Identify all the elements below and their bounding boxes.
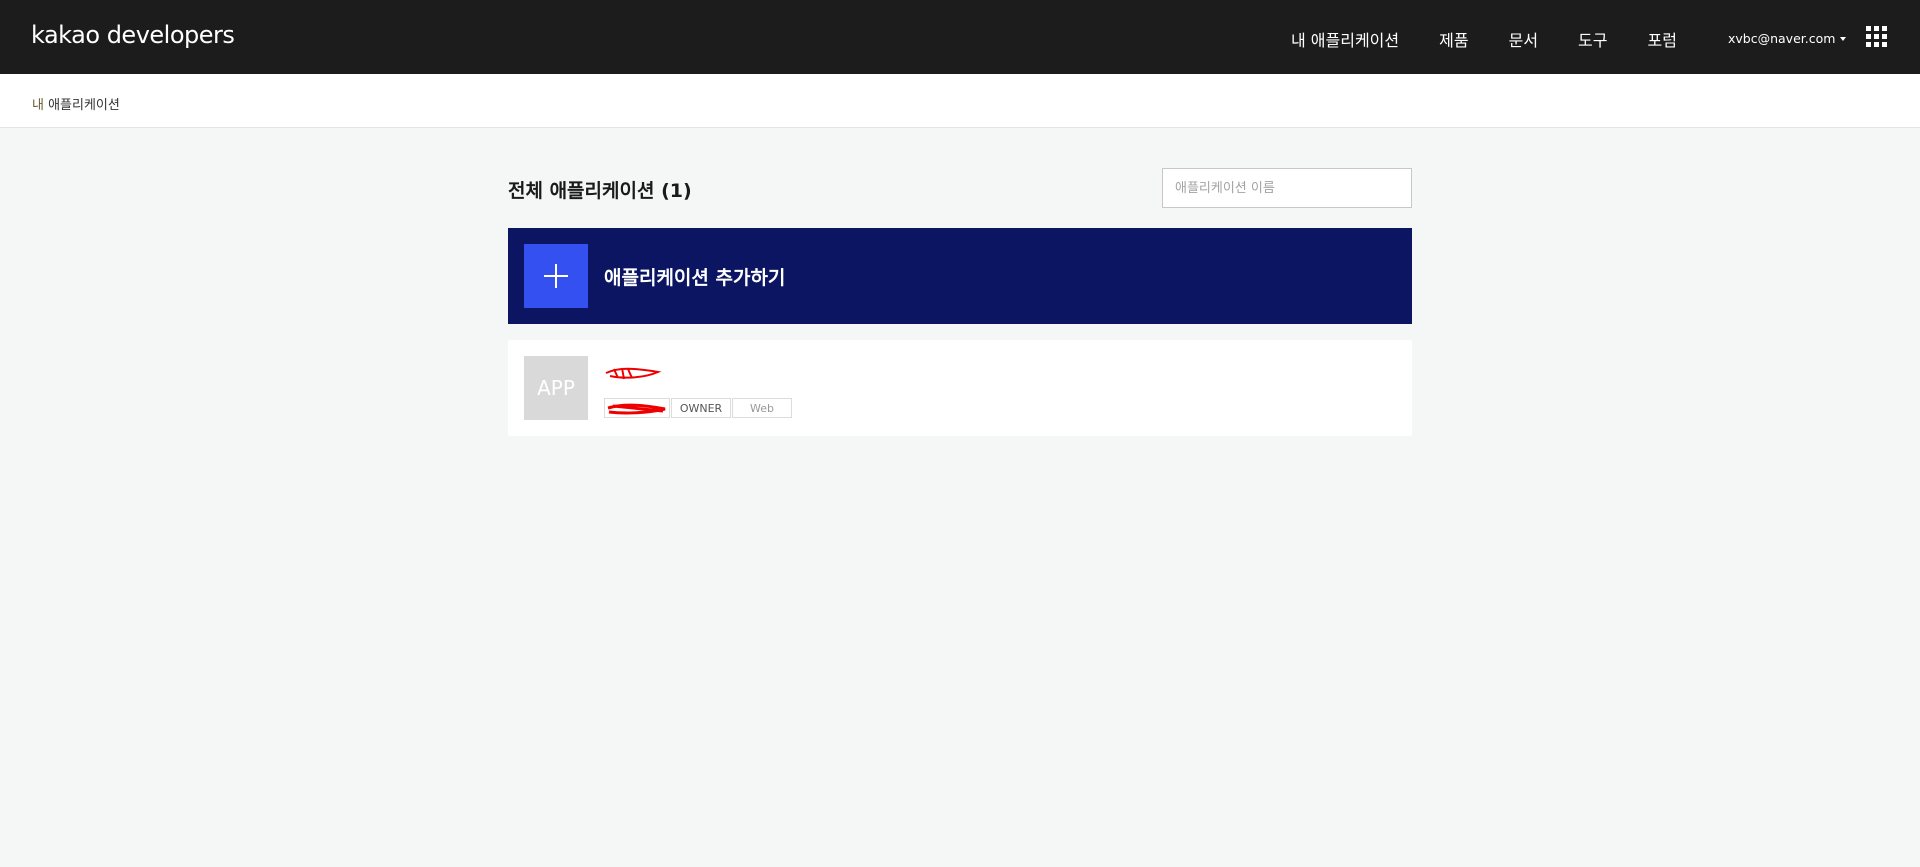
app-card[interactable]: APP OWNER Web (508, 340, 1412, 436)
nav-products[interactable]: 제품 (1439, 27, 1468, 51)
grid-icon[interactable] (1866, 26, 1887, 47)
top-navigation-bar: kakao developers 내 애플리케이션 제품 문서 도구 포럼 xv… (0, 0, 1920, 74)
plus-icon (524, 244, 588, 308)
breadcrumb-current[interactable]: 애플리케이션 (48, 98, 120, 113)
nav-tools[interactable]: 도구 (1578, 27, 1607, 51)
kakao-developers-logo[interactable]: kakao developers (31, 21, 235, 49)
account-email: xvbc@naver.com (1728, 31, 1836, 46)
main-nav: 내 애플리케이션 제품 문서 도구 포럼 (1291, 27, 1717, 51)
breadcrumb: 내 애플리케이션 (32, 94, 120, 113)
caret-down-icon (1840, 36, 1847, 41)
breadcrumb-prefix: 내 (32, 98, 49, 113)
app-name-redacted (604, 364, 664, 384)
nav-forum[interactable]: 포럼 (1648, 27, 1677, 51)
logo-sub-text: developers (99, 21, 235, 49)
nav-docs[interactable]: 문서 (1509, 27, 1538, 51)
role-tag: OWNER (671, 398, 731, 418)
sub-header: 내 애플리케이션 (0, 74, 1920, 128)
redaction-scribble (607, 403, 666, 415)
app-icon-text: APP (537, 376, 575, 400)
nav-my-applications[interactable]: 내 애플리케이션 (1291, 27, 1399, 51)
redaction-scribble (605, 367, 662, 380)
app-tags: OWNER Web (604, 398, 793, 418)
app-search-input[interactable] (1162, 168, 1412, 208)
logo-main-text: kakao (31, 21, 100, 49)
app-icon: APP (524, 356, 588, 420)
platform-tag: Web (732, 398, 792, 418)
app-id-tag-redacted (604, 398, 670, 418)
account-menu[interactable]: xvbc@naver.com (1728, 31, 1847, 46)
add-application-label: 애플리케이션 추가하기 (604, 267, 786, 289)
add-application-button[interactable]: 애플리케이션 추가하기 (508, 228, 1412, 324)
page-title: 전체 애플리케이션 (1) (508, 180, 692, 202)
